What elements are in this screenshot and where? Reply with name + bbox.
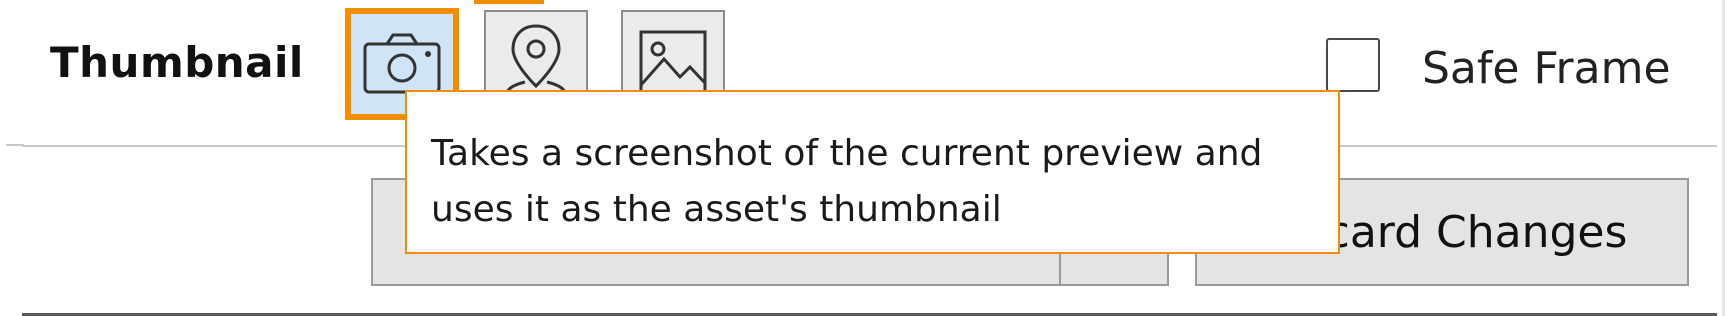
safe-frame-label[interactable]: Safe Frame: [1422, 43, 1671, 94]
thumbnail-panel: Thumbnail Safe Frame Discard Changes Tak…: [0, 0, 1725, 316]
thumbnail-label: Thumbnail: [50, 38, 304, 87]
tooltip: Takes a screenshot of the current previe…: [405, 90, 1340, 254]
focus-indicator: [474, 0, 544, 4]
tooltip-line-2: uses it as the asset's thumbnail: [431, 189, 1002, 230]
tooltip-line-1: Takes a screenshot of the current previe…: [431, 133, 1263, 174]
image-icon: [639, 30, 707, 98]
camera-icon: [363, 33, 441, 94]
safe-frame-checkbox[interactable]: [1326, 38, 1380, 92]
